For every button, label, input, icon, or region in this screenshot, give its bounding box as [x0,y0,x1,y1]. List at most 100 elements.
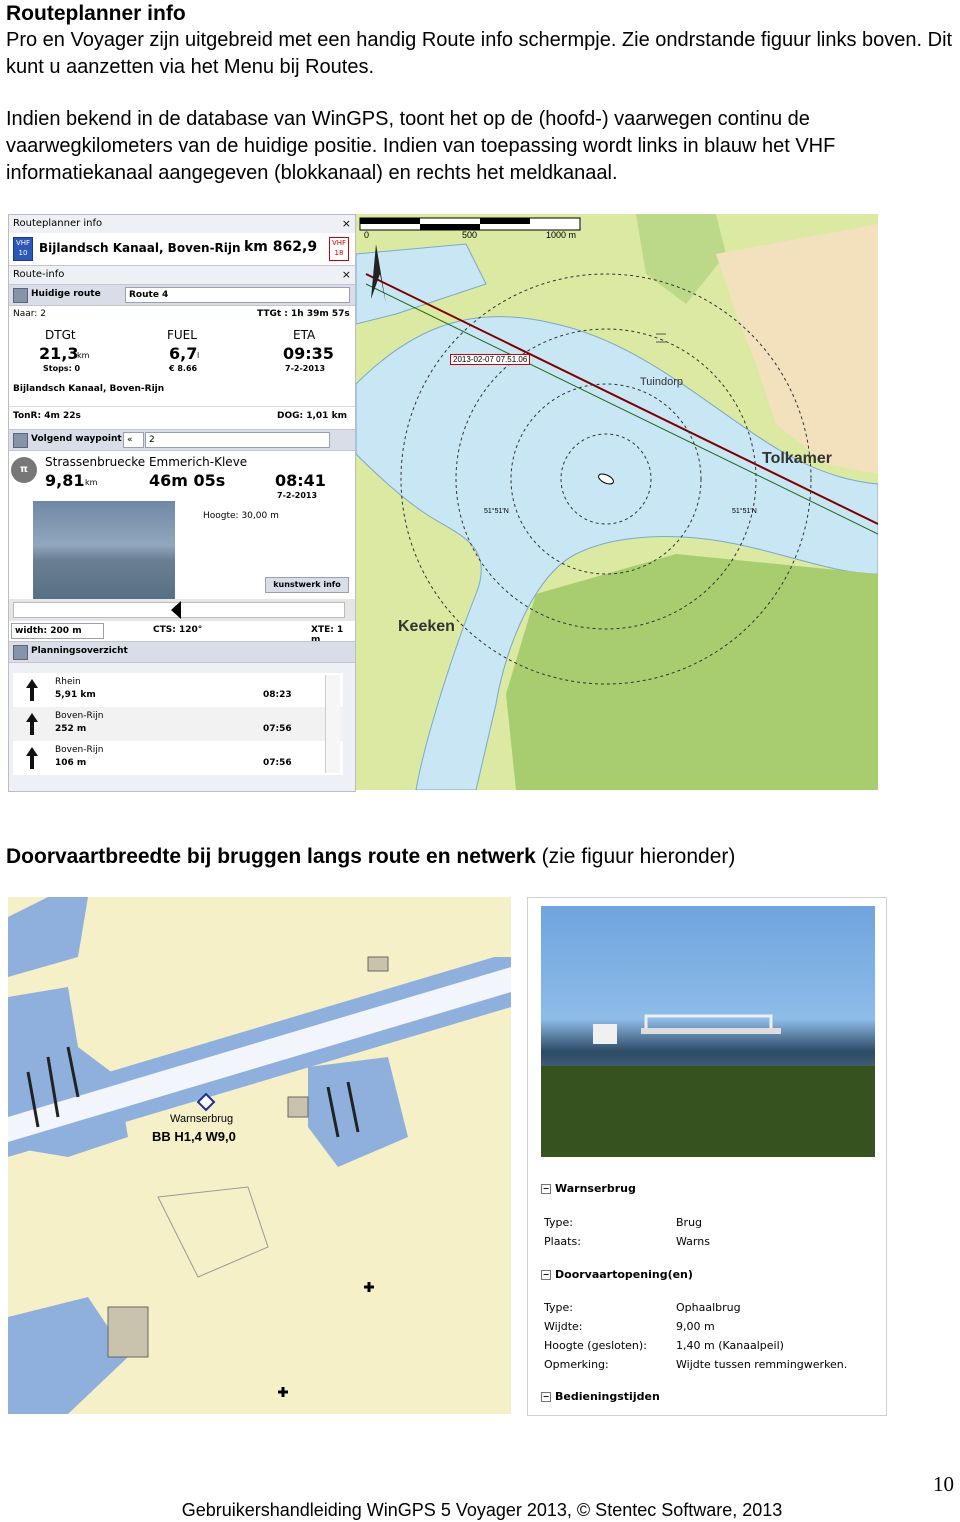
collapse-icon[interactable]: − [541,1392,551,1402]
width-select[interactable]: width: 200 m [11,623,104,639]
up-arrow-icon [26,713,38,735]
collapse-icon[interactable] [13,288,28,303]
list-item-name: Rhein [55,677,81,687]
section-heading-bold: Doorvaartbreedte bij bruggen langs route… [6,845,536,868]
latitude-label: 51°51'N [484,508,509,515]
waypoint-bar: Volgend waypoint « 2 [9,429,355,451]
vhf-block-channel-badge: VHF 10 [13,237,33,261]
field-label: Type: [544,1216,573,1229]
planning-label: Planningsoverzicht [31,646,128,656]
list-item-time: 08:23 [263,690,292,700]
scrollbar[interactable] [325,675,340,773]
position-marker-icon [171,601,181,619]
panel-title: Routeplanner info [13,218,103,229]
field-value: Warns [676,1235,710,1248]
section-header[interactable]: − Bedieningstijden [541,1390,660,1403]
route-info-title: Route-info [13,269,65,280]
route-select[interactable]: Route 4 [125,287,350,303]
eta-date: 7-2-2013 [285,364,326,373]
waypoint-distance-unit: km [85,478,98,487]
collapse-icon[interactable]: − [541,1270,551,1280]
town-label: Tolkamer [762,450,832,467]
ttgt: TTGt : 1h 39m 57s [257,309,350,319]
map-graphic [8,897,511,1414]
list-item[interactable]: Boven-Rijn 106 m 07:56 [13,741,343,775]
dtgt-label: DTGt [45,328,76,342]
waypoint-time: 46m 05s [149,471,226,490]
waypoint-details: π Strassenbruecke Emmerich-Kleve 9,81 km… [9,451,355,599]
waypoint-eta: 08:41 [275,471,326,490]
planning-bar: Planningsoverzicht [9,641,355,663]
bridge-photo [541,906,875,1157]
list-item-time: 07:56 [263,724,292,734]
list-item[interactable]: Rhein 5,91 km 08:23 [13,673,343,707]
eta-value: 09:35 [283,344,334,363]
scale-1000: 1000 m [546,230,577,240]
section-header[interactable]: − Doorvaartopening(en) [541,1268,693,1281]
field-label: Type: [544,1301,573,1314]
collapse-icon[interactable] [13,645,28,660]
bridge-map-code: BB H1,4 W9,0 [152,1129,236,1144]
timestamp-label: 2013-02-07 07.51.06 [450,354,531,365]
section-title: Bedieningstijden [555,1390,660,1403]
kunstwerk-info-button[interactable]: kunstwerk info [265,577,349,593]
route-select-bar: Huidige route Route 4 [9,284,355,306]
eta-label: ETA [293,328,316,342]
section-title: Warnserbrug [555,1182,636,1195]
waypoint-select[interactable]: 2 [145,432,330,448]
list-item-time: 07:56 [263,758,292,768]
town-label: Keeken [398,618,455,635]
collapse-icon[interactable]: − [541,1184,551,1194]
field-label: Hoogte (gesloten): [544,1339,647,1352]
route-info-title-bar: Route-info × [9,265,355,284]
dtgt-value: 21,3 [39,344,79,363]
list-item-name: Boven-Rijn [55,745,104,755]
section-heading-rest: (zie figuur hieronder) [535,845,736,868]
routeplanner-info-panel: Routeplanner info × VHF 10 Bijlandsch Ka… [8,214,356,792]
field-label: Plaats: [544,1235,581,1248]
list-item[interactable]: Boven-Rijn 252 m 07:56 [13,707,343,741]
dtgt-unit: km [77,351,90,360]
map-graphic [356,214,878,790]
up-arrow-icon [26,747,38,769]
waypoint-distance: 9,81 [45,471,85,490]
bridge-info-panel: − Warnserbrug Type: Brug Plaats: Warns − D… [527,897,887,1416]
collapse-icon[interactable] [13,433,28,448]
page-footer: Gebruikershandleiding WinGPS 5 Voyager 2… [0,1499,960,1521]
chart-map-rhine[interactable]: 0 500 1000 m 2013-02-07 07.51.06 Tuindor… [356,214,878,790]
fuel-unit: l [197,351,200,360]
field-value: Ophaalbrug [676,1301,741,1314]
field-value: Brug [676,1216,703,1229]
close-icon[interactable]: × [342,215,351,233]
naar: Naar: 2 [13,309,46,319]
fuel-cost: € 8.66 [169,364,198,373]
bridge-icon: π [11,457,37,483]
waypoint-label: Volgend waypoint [31,434,122,444]
vhf-report-channel-badge: VHF 18 [329,237,349,261]
fuel-value: 6,7 [169,344,198,363]
page-number: 10 [933,1472,954,1496]
chart-map-warns[interactable]: Warnserbrug BB H1,4 W9,0 [8,897,511,1414]
waypoint-date: 7-2-2013 [277,491,318,500]
footer-text: Gebruikershandleiding WinGPS 5 Voyager 2… [181,1500,783,1520]
stops: Stops: 0 [43,364,81,373]
waterway-row: VHF 10 Bijlandsch Kanaal, Boven-Rijn km … [9,233,355,265]
town-label: Tuindorp [640,376,684,388]
close-icon[interactable]: × [342,266,351,284]
progress-strip [9,599,355,621]
waterway-name: Bijlandsch Kanaal, Boven-Rijn [39,241,241,255]
list-item-distance: 252 m [55,724,87,734]
intro-paragraph-2: Indien bekend in de database van WinGPS,… [6,108,836,184]
km-readout: km 862,9 [244,239,318,255]
section-heading: Doorvaartbreedte bij bruggen langs route… [6,843,735,870]
scale-0: 0 [364,230,370,240]
bridge-map-label: Warnserbrug [170,1113,234,1125]
section-header[interactable]: − Warnserbrug [541,1182,636,1195]
tonr: TonR: 4m 22s [13,411,81,421]
waypoint-prev-button[interactable]: « [123,432,144,448]
section-title: Doorvaartopening(en) [555,1268,693,1281]
planning-list: Rhein 5,91 km 08:23 Boven-Rijn 252 m 07:… [9,663,355,781]
fuel-label: FUEL [167,328,197,342]
nav-row: width: 200 m CTS: 120° XTE: 1 m [9,621,355,645]
dog: DOG: 1,01 km [277,411,347,421]
